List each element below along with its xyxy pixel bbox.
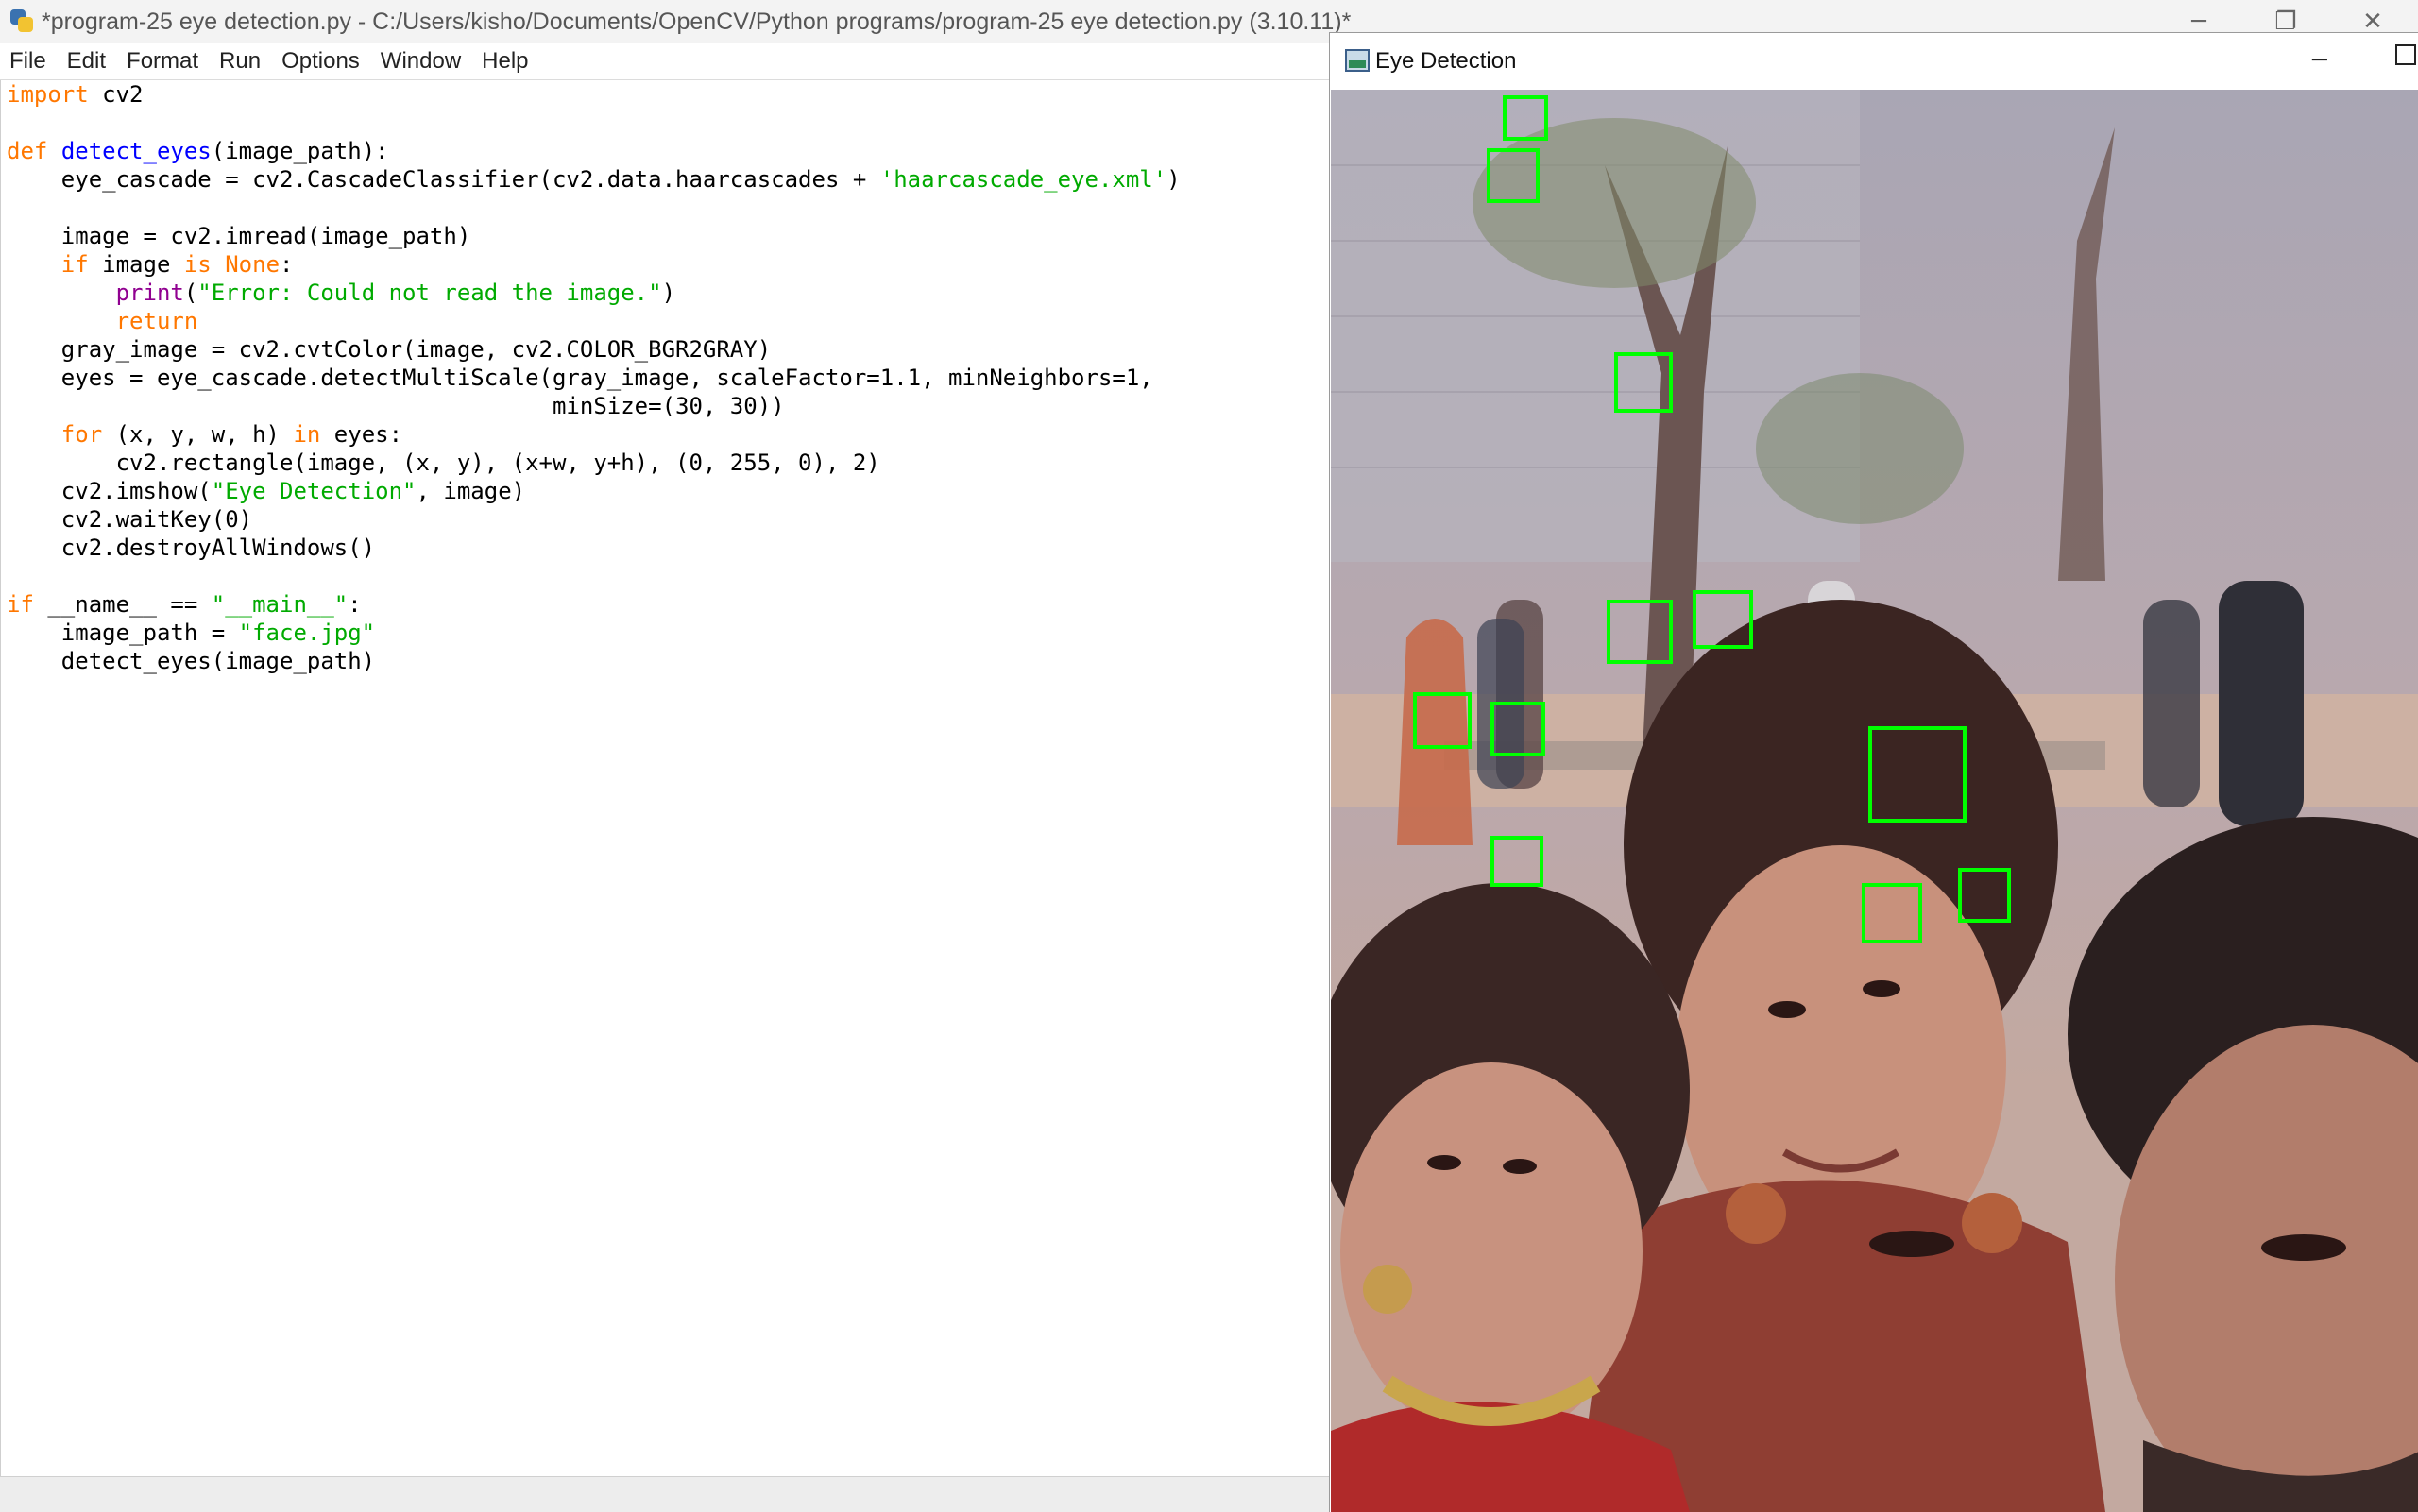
python-idle-icon [8, 8, 36, 36]
eye-detection-window: Eye Detection ─ [1329, 32, 2418, 1512]
cv-titlebar[interactable]: Eye Detection ─ [1330, 33, 2418, 90]
detection-box [1607, 600, 1673, 664]
detection-box [1503, 95, 1548, 141]
window-title: *program-25 eye detection.py - C:/Users/… [42, 8, 1352, 35]
detection-box [1413, 692, 1472, 749]
menu-file[interactable]: File [0, 48, 58, 75]
cv-minimize-button[interactable]: ─ [2312, 46, 2327, 75]
idle-editor-window: File Edit Format Run Options Window Help… [0, 0, 1331, 1512]
menu-run[interactable]: Run [210, 48, 272, 75]
status-bar [0, 1476, 1330, 1512]
detection-box [1487, 148, 1540, 203]
code-text[interactable]: import cv2 def detect_eyes(image_path): … [1, 80, 1329, 675]
menu-help[interactable]: Help [472, 48, 539, 75]
detection-box [1693, 590, 1753, 649]
code-editor[interactable]: import cv2 def detect_eyes(image_path): … [0, 80, 1331, 1476]
detection-box [1868, 726, 1967, 823]
detection-box [1862, 883, 1922, 943]
cv-maximize-button[interactable] [2395, 44, 2416, 65]
detection-box [1958, 868, 2011, 923]
cv-window-title: Eye Detection [1375, 48, 1517, 74]
menu-edit[interactable]: Edit [58, 48, 117, 75]
opencv-window-icon [1345, 49, 1371, 74]
menu-bar: File Edit Format Run Options Window Help [0, 43, 1330, 80]
detection-box [1490, 836, 1543, 887]
menu-window[interactable]: Window [371, 48, 472, 75]
detection-box [1614, 352, 1673, 413]
menu-format[interactable]: Format [117, 48, 210, 75]
menu-options[interactable]: Options [272, 48, 371, 75]
detection-image [1331, 90, 2418, 1512]
detection-box [1490, 702, 1545, 756]
